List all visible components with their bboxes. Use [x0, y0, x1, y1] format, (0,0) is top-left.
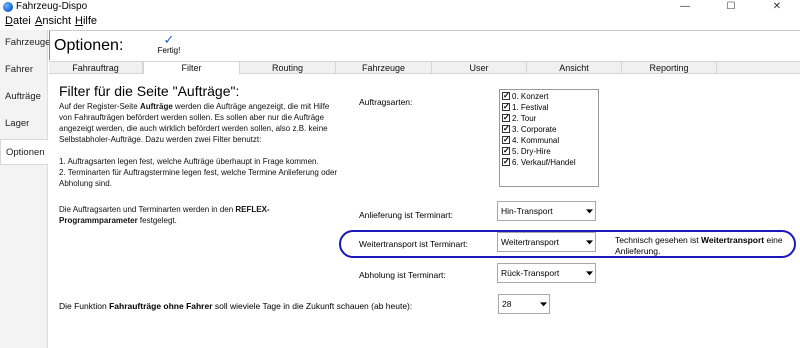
tab-ansicht[interactable]: Ansicht	[527, 62, 622, 74]
chevron-down-icon	[586, 271, 593, 276]
abholung-select[interactable]: Rück-Transport	[497, 263, 596, 283]
list-item[interactable]: 4. Kommunal	[502, 134, 559, 146]
tab-bar: Fahrauftrag Filter Routing Fahrzeuge Use…	[49, 61, 800, 74]
done-button[interactable]: ✓ Fertig!	[154, 33, 184, 59]
chevron-down-icon	[586, 209, 593, 214]
anlieferung-label: Anlieferung ist Terminart:	[359, 210, 453, 220]
checkmark-icon: ✓	[163, 32, 175, 47]
menu-ansicht[interactable]: Ansicht	[35, 14, 71, 28]
tab-filter[interactable]: Filter	[143, 62, 240, 74]
minimize-button[interactable]: —	[662, 0, 708, 14]
filter-list-item-2: 2. Terminarten für Auftragstermine legen…	[59, 168, 338, 188]
sidebar-item-fahrzeuge[interactable]: Fahrzeuge	[0, 30, 50, 56]
tab-routing[interactable]: Routing	[240, 62, 336, 74]
close-button[interactable]: ✕	[754, 0, 800, 14]
done-label: Fertig!	[157, 46, 181, 55]
checkbox[interactable]	[502, 123, 510, 134]
page-header: Optionen: ✓ Fertig!	[49, 30, 800, 60]
chevron-down-icon	[540, 302, 547, 307]
section-title: Filter für die Seite "Aufträge":	[59, 83, 240, 99]
weitertransport-value: Weitertransport	[501, 237, 559, 247]
window-title: Fahrzeug-Dispo	[16, 1, 88, 12]
page-title: Optionen:	[54, 37, 124, 54]
menu-datei[interactable]: Datei	[5, 14, 31, 28]
tab-fahrauftrag[interactable]: Fahrauftrag	[49, 62, 143, 74]
tab-reporting[interactable]: Reporting	[622, 62, 717, 74]
checkbox[interactable]	[502, 112, 510, 123]
maximize-button[interactable]: ☐	[708, 0, 754, 14]
reflex-text: Die Auftragsarten und Terminarten werden…	[59, 205, 270, 225]
menu-bar: Datei Ansicht Hilfe	[0, 14, 800, 28]
intro-text: Auf der Register-Seite Aufträge werden d…	[59, 102, 330, 144]
abholung-value: Rück-Transport	[501, 268, 560, 278]
days-value: 28	[502, 299, 512, 309]
checkbox[interactable]	[502, 134, 510, 145]
days-select[interactable]: 28	[498, 294, 550, 314]
menu-hilfe[interactable]: Hilfe	[75, 14, 97, 28]
weitertransport-select[interactable]: Weitertransport	[497, 232, 596, 252]
days-label: Die Funktion Fahraufträge ohne Fahrer so…	[59, 301, 413, 311]
auftragsarten-label: Auftragsarten:	[359, 97, 413, 107]
sidebar-item-lager[interactable]: Lager	[0, 111, 48, 137]
app-icon	[3, 2, 13, 12]
checkbox[interactable]	[502, 90, 510, 101]
tab-user[interactable]: User	[432, 62, 527, 74]
sidebar-item-optionen[interactable]: Optionen	[0, 139, 48, 165]
sidebar: Fahrzeuge Fahrer Aufträge Lager Optionen	[0, 30, 50, 348]
anlieferung-select[interactable]: Hin-Transport	[497, 201, 596, 221]
chevron-down-icon	[586, 240, 593, 245]
checkbox[interactable]	[502, 145, 510, 156]
filter-panel: Filter für die Seite "Aufträge": Auf der…	[50, 75, 800, 348]
filter-list-item-1: 1. Auftragsarten legen fest, welche Auft…	[59, 157, 319, 166]
anlieferung-value: Hin-Transport	[501, 206, 553, 216]
sidebar-item-fahrer[interactable]: Fahrer	[0, 57, 48, 83]
weitertransport-note: Technisch gesehen ist Weitertransport ei…	[615, 235, 783, 256]
tab-fahrzeuge[interactable]: Fahrzeuge	[336, 62, 432, 74]
list-item[interactable]: 3. Corporate	[502, 123, 556, 135]
list-item[interactable]: 6. Verkauf/Handel	[502, 156, 576, 168]
weitertransport-label: Weitertransport ist Terminart:	[359, 239, 468, 249]
abholung-label: Abholung ist Terminart:	[359, 270, 446, 280]
checkbox[interactable]	[502, 156, 510, 167]
checkbox[interactable]	[502, 101, 510, 112]
sidebar-item-auftraege[interactable]: Aufträge	[0, 84, 48, 110]
auftragsarten-listbox[interactable]: 0. Konzert 1. Festival 2. Tour 3. Corpor…	[499, 89, 599, 187]
title-bar: Fahrzeug-Dispo — ☐ ✕	[0, 0, 800, 14]
